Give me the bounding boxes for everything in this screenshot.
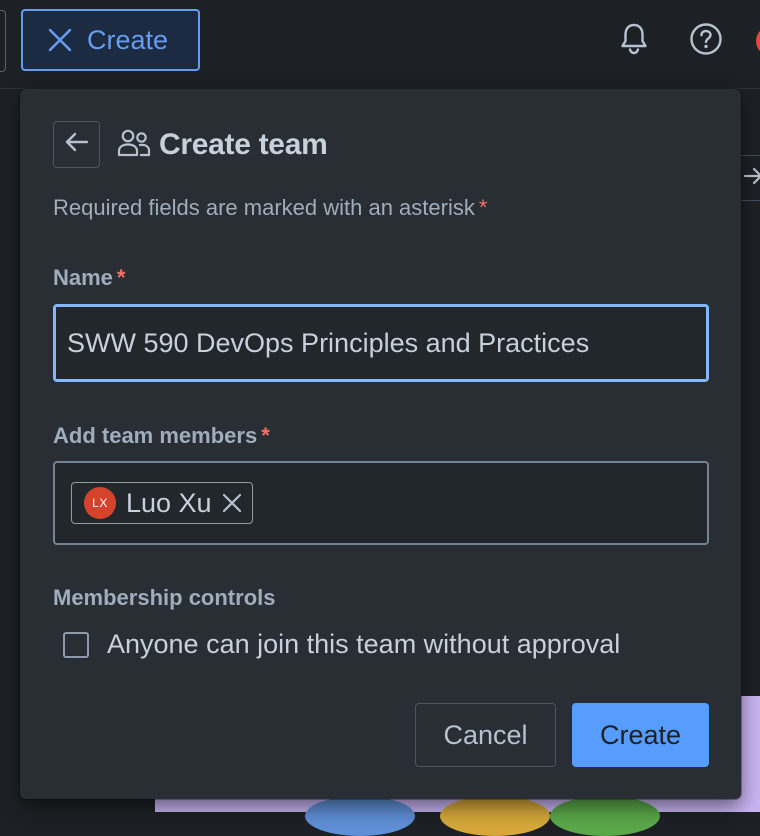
bell-icon	[619, 22, 649, 61]
partial-toolbar-button[interactable]	[0, 10, 6, 72]
help-icon	[689, 22, 723, 61]
open-membership-checkbox[interactable]	[63, 631, 89, 658]
team-members-input[interactable]: LX Luo Xu	[53, 461, 709, 545]
members-field-label: Add team members *	[53, 423, 270, 449]
create-button-label: Create	[87, 24, 169, 55]
arrow-right-icon	[741, 164, 760, 193]
avatar: LX	[84, 487, 116, 519]
people-icon	[117, 128, 151, 163]
arrow-left-icon	[63, 128, 91, 161]
required-note-text: Required fields are marked with an aster…	[53, 195, 475, 220]
team-name-input[interactable]	[53, 304, 709, 382]
required-asterisk: *	[478, 195, 488, 220]
notifications-button[interactable]	[617, 22, 651, 60]
cancel-button[interactable]: Cancel	[415, 703, 556, 767]
back-button[interactable]	[53, 121, 100, 168]
member-chip: LX Luo Xu	[71, 482, 253, 524]
create-button[interactable]: Create	[21, 9, 200, 71]
open-membership-label[interactable]: Anyone can join this team without approv…	[107, 629, 620, 660]
required-fields-note: Required fields are marked with an aster…	[53, 195, 487, 221]
required-asterisk: *	[261, 423, 270, 448]
top-navigation-bar: Create	[0, 0, 760, 89]
member-name: Luo Xu	[126, 487, 212, 518]
profile-avatar[interactable]	[756, 26, 760, 56]
dialog-header: Create team	[117, 125, 328, 165]
members-label-text: Add team members	[53, 423, 258, 448]
name-field-label: Name *	[53, 265, 125, 291]
create-team-button[interactable]: Create	[572, 703, 709, 767]
help-button[interactable]	[689, 22, 723, 60]
create-team-dialog: Create team Required fields are marked w…	[20, 89, 741, 799]
required-asterisk: *	[116, 265, 126, 290]
open-membership-option[interactable]: Anyone can join this team without approv…	[63, 629, 620, 660]
close-icon	[222, 493, 241, 513]
dialog-title: Create team	[159, 128, 328, 161]
remove-member-button[interactable]	[222, 493, 242, 513]
close-icon	[47, 27, 73, 53]
name-label-text: Name	[53, 265, 113, 290]
membership-controls-label: Membership controls	[53, 585, 276, 610]
